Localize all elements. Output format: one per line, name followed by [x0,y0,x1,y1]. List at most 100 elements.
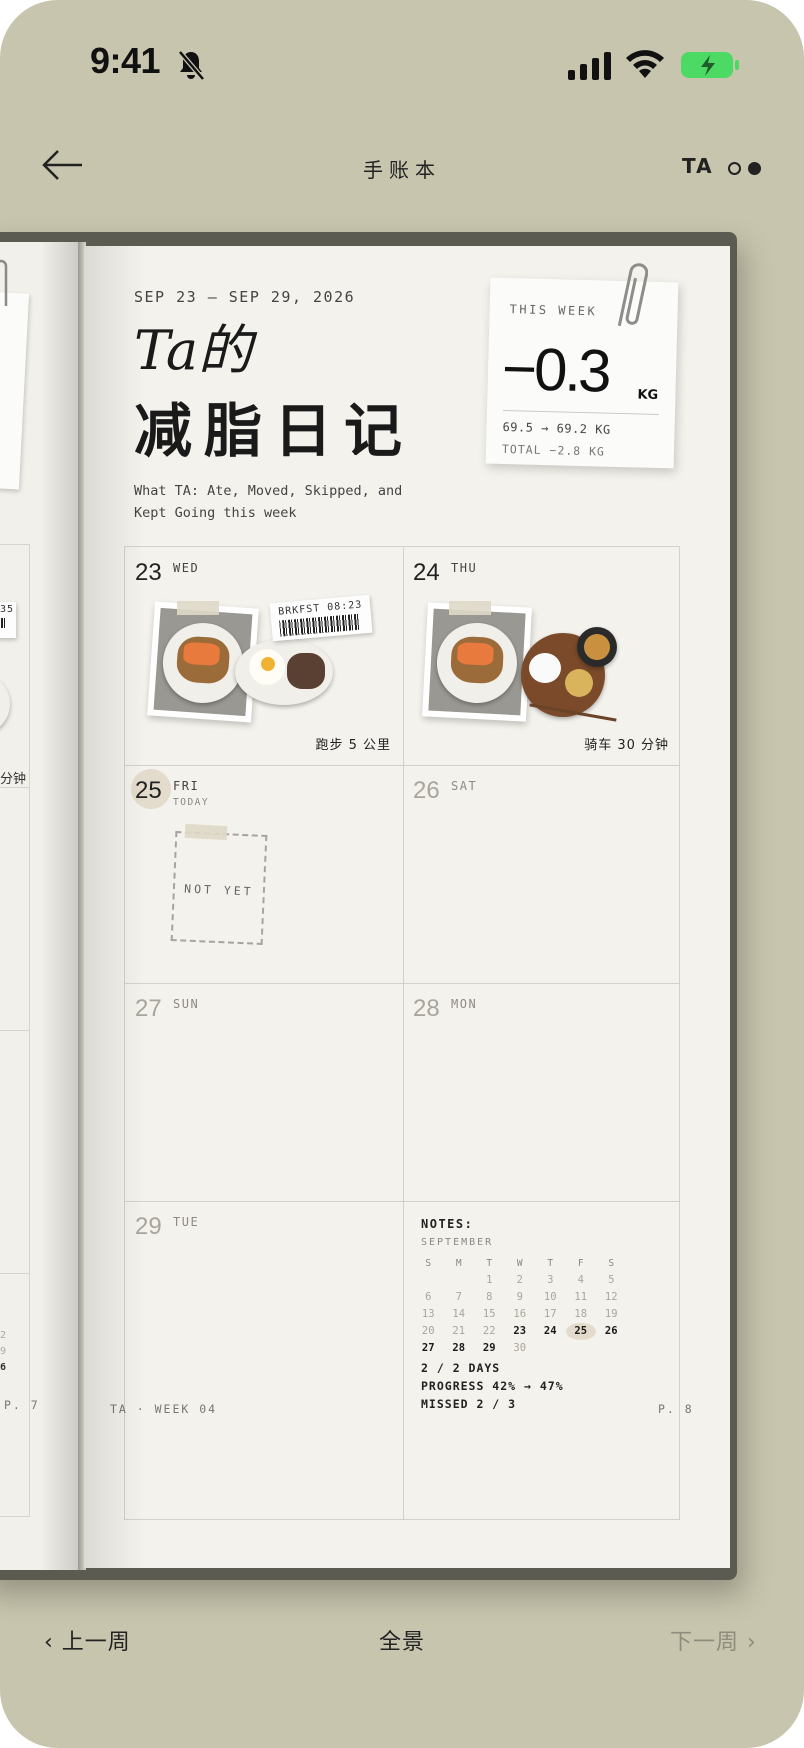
page-subtitle: What TA: Ate, Moved, Skipped, and Kept G… [134,483,403,521]
calendar-week-row: 27 28 29 30 [413,1340,633,1357]
page-title-line2: 减脂日记 [134,397,415,465]
day-number: 27 [135,995,162,1022]
left-weight-card [0,290,30,490]
weight-card-unit: KG [637,387,659,403]
day-cell-wed[interactable]: 23 WED BRKFST 08:23 跑步 5 公里 [125,547,403,765]
day-cell-tue[interactable]: 29 TUE [125,1201,403,1419]
calendar-weekday: F [577,1258,584,1269]
day-cell-fri[interactable]: 25 FRI TODAY NOT YET [125,765,403,983]
calendar-day[interactable]: 14 [444,1306,475,1323]
day-cell-mon[interactable]: 28 MON [403,983,681,1201]
calendar-day [566,1340,597,1357]
calendar-day[interactable]: 22 [474,1323,505,1340]
calendar-day[interactable]: 25 [565,1323,596,1340]
calendar-day[interactable]: 10 [535,1289,566,1306]
calendar-weekday: S [608,1258,615,1269]
page-footer-left: TA · WEEK 04 [110,1402,218,1416]
barcode-icon [279,613,361,637]
next-week-button[interactable]: 下一周 › [670,1624,757,1656]
week-grid: 23 WED BRKFST 08:23 跑步 5 公里 24 THU 骑车 30… [124,546,680,1520]
calendar-day[interactable]: 16 [505,1306,536,1323]
calendar-day[interactable]: 3 [535,1272,566,1289]
calendar-day[interactable]: 17 [535,1306,566,1323]
calendar-day[interactable]: 8 [474,1289,505,1306]
status-time: 9:41 [90,40,161,81]
paperclip-icon [0,259,8,306]
cell-signal-icon [568,52,611,80]
calendar-day[interactable]: 12 [596,1289,627,1306]
calendar-day[interactable]: 21 [444,1323,475,1340]
today-label: TODAY [173,797,210,808]
day-name: WED [173,561,200,575]
calendar-month: SEPTEMBER [421,1237,494,1248]
calendar-day[interactable]: 28 [444,1340,475,1357]
calendar-day[interactable]: 7 [444,1289,475,1306]
calendar-day[interactable]: 26 [596,1323,627,1340]
calendar-day [444,1272,475,1289]
day-activity: 骑车 30 分钟 [584,738,669,753]
left-page-footer: P. 7 [4,1398,40,1412]
add-meal-placeholder[interactable]: NOT YET [170,831,268,945]
calendar-week-row: 12345 [413,1272,633,1289]
calendar-week-row: 6 7 8 9 10 11 12 [413,1289,633,1306]
weight-card-value: −0.3 [501,334,610,405]
bell-muted-icon [178,50,205,81]
calendar-weekday: S [425,1258,432,1269]
page-dot-inactive[interactable] [728,162,741,175]
day-name: MON [451,997,478,1011]
day-cell-sat[interactable]: 26 SAT [403,765,681,983]
stat-progress: PROGRESS 42% → 47% [421,1379,564,1393]
page-title-line1: Ta的 [134,319,253,382]
calendar-day[interactable]: 11 [566,1289,597,1306]
calendar-day[interactable]: 5 [596,1272,627,1289]
stat-missed: MISSED 2 / 3 [421,1397,517,1411]
calendar-day[interactable]: 18 [566,1306,597,1323]
left-activity-peek: 分钟 [0,772,27,787]
wifi-icon [626,50,664,78]
calendar-day[interactable]: 9 [505,1289,536,1306]
calendar-day[interactable]: 13 [413,1306,444,1323]
calendar-day[interactable]: 20 [413,1323,444,1340]
weight-card[interactable]: THIS WEEK −0.3 KG 69.5 → 69.2 KG TOTAL −… [485,277,679,469]
calendar-day[interactable]: 19 [596,1306,627,1323]
tape [177,601,219,615]
calendar-day[interactable]: 27 [413,1340,444,1357]
calendar-day[interactable]: 30 [505,1340,536,1357]
notes-cell: NOTES: SEPTEMBER S M T W T F S 1 2 3 4 5 6 7 8 9 10 11 12 1… [403,1201,681,1419]
page-dot-active[interactable] [748,162,761,175]
calendar-weekday: T [547,1258,554,1269]
calendar-day[interactable]: 29 [474,1340,505,1357]
user-label[interactable]: TA [682,154,714,178]
page-footer-right: P. 8 [658,1402,694,1416]
calendar-weekday: T [486,1258,493,1269]
calendar-day [596,1340,627,1357]
day-number: 26 [413,777,440,804]
left-page[interactable]: 35 分钟 2 9 6 P. 7 [0,242,80,1570]
day-number: 23 [135,559,162,586]
tape [184,823,228,841]
notes-title: NOTES: [421,1217,474,1231]
calendar-day[interactable]: 24 [535,1323,566,1340]
calendar-day[interactable]: 6 [413,1289,444,1306]
calendar-weekday: W [516,1258,523,1269]
day-activity: 跑步 5 公里 [315,738,391,753]
meal-photo[interactable] [422,602,532,722]
day-name: SUN [173,997,200,1011]
calendar-day[interactable]: 1 [474,1272,505,1289]
calendar-weekday-row: SMTWTFS [413,1255,633,1272]
calendar-day[interactable]: 15 [474,1306,505,1323]
day-name: FRI [173,779,200,793]
soup-bowl [577,627,617,667]
meal-plate [235,639,333,705]
weight-range: 69.5 → 69.2 KG [502,419,611,437]
placeholder-text: NOT YET [183,881,254,899]
day-cell-thu[interactable]: 24 THU 骑车 30 分钟 [403,547,681,765]
calendar-day[interactable]: 2 [505,1272,536,1289]
paperclip-icon [618,263,648,327]
day-cell-sun[interactable]: 27 SUN [125,983,403,1201]
tape [449,601,491,615]
calendar-day[interactable]: 23 [505,1323,536,1340]
calendar-day[interactable]: 4 [566,1272,597,1289]
meal-receipt: BRKFST 08:23 [269,594,373,642]
divider [502,409,659,416]
